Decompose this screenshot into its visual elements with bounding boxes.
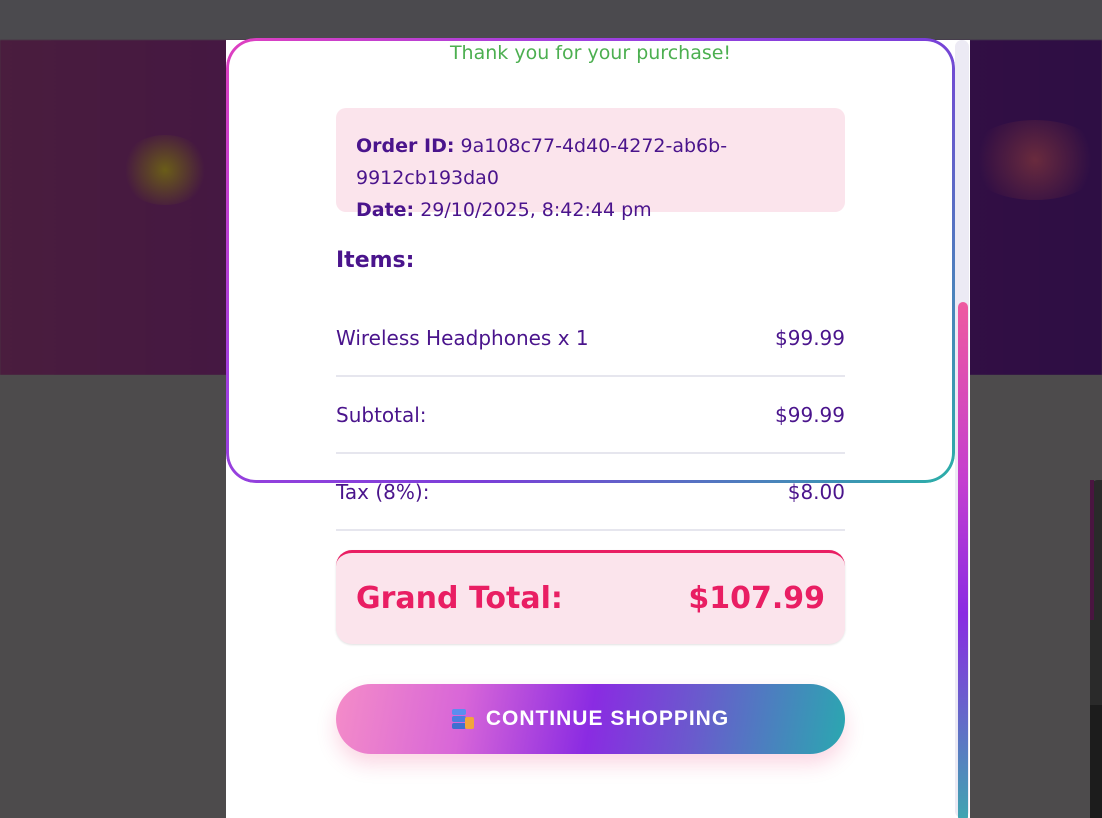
item-price: $99.99 bbox=[775, 325, 845, 350]
shopping-icon bbox=[451, 709, 474, 729]
thank-you-message: Thank you for your purchase! bbox=[449, 42, 732, 64]
grand-total-label: Grand Total: bbox=[356, 581, 563, 616]
order-date-label: Date: bbox=[356, 199, 415, 221]
tax-value: $8.00 bbox=[787, 479, 845, 504]
subtotal-value: $99.99 bbox=[775, 402, 845, 427]
grand-total-box: Grand Total: $107.99 bbox=[336, 550, 845, 644]
items-heading: Items: bbox=[336, 248, 415, 273]
order-id-label: Order ID: bbox=[356, 135, 455, 157]
tax-label: Tax (8%): bbox=[336, 479, 430, 504]
background-card bbox=[1090, 480, 1102, 818]
order-id-line: Order ID: 9a108c77-4d40-4272-ab6b-9912cb… bbox=[356, 130, 825, 194]
background-hero-glow bbox=[120, 135, 210, 205]
grand-total-value: $107.99 bbox=[688, 581, 825, 616]
subtotal-label: Subtotal: bbox=[336, 402, 427, 427]
background-card-accent bbox=[1090, 480, 1094, 620]
background-hero-glow-right bbox=[965, 120, 1102, 200]
modal-scrollbar-thumb[interactable] bbox=[958, 302, 968, 818]
tax-row: Tax (8%): $8.00 bbox=[336, 454, 845, 531]
continue-shopping-button[interactable]: CONTINUE SHOPPING bbox=[336, 684, 845, 754]
background-top-bar bbox=[0, 0, 1102, 40]
background-card-shade bbox=[1090, 705, 1102, 818]
order-date-line: Date: 29/10/2025, 8:42:44 pm bbox=[356, 194, 825, 226]
subtotal-row: Subtotal: $99.99 bbox=[336, 377, 845, 454]
order-info-box: Order ID: 9a108c77-4d40-4272-ab6b-9912cb… bbox=[336, 108, 845, 221]
order-date-value: 29/10/2025, 8:42:44 pm bbox=[420, 199, 652, 221]
item-name: Wireless Headphones x 1 bbox=[336, 325, 589, 350]
continue-shopping-label: CONTINUE SHOPPING bbox=[485, 707, 730, 730]
list-item: Wireless Headphones x 1 $99.99 bbox=[336, 300, 845, 377]
